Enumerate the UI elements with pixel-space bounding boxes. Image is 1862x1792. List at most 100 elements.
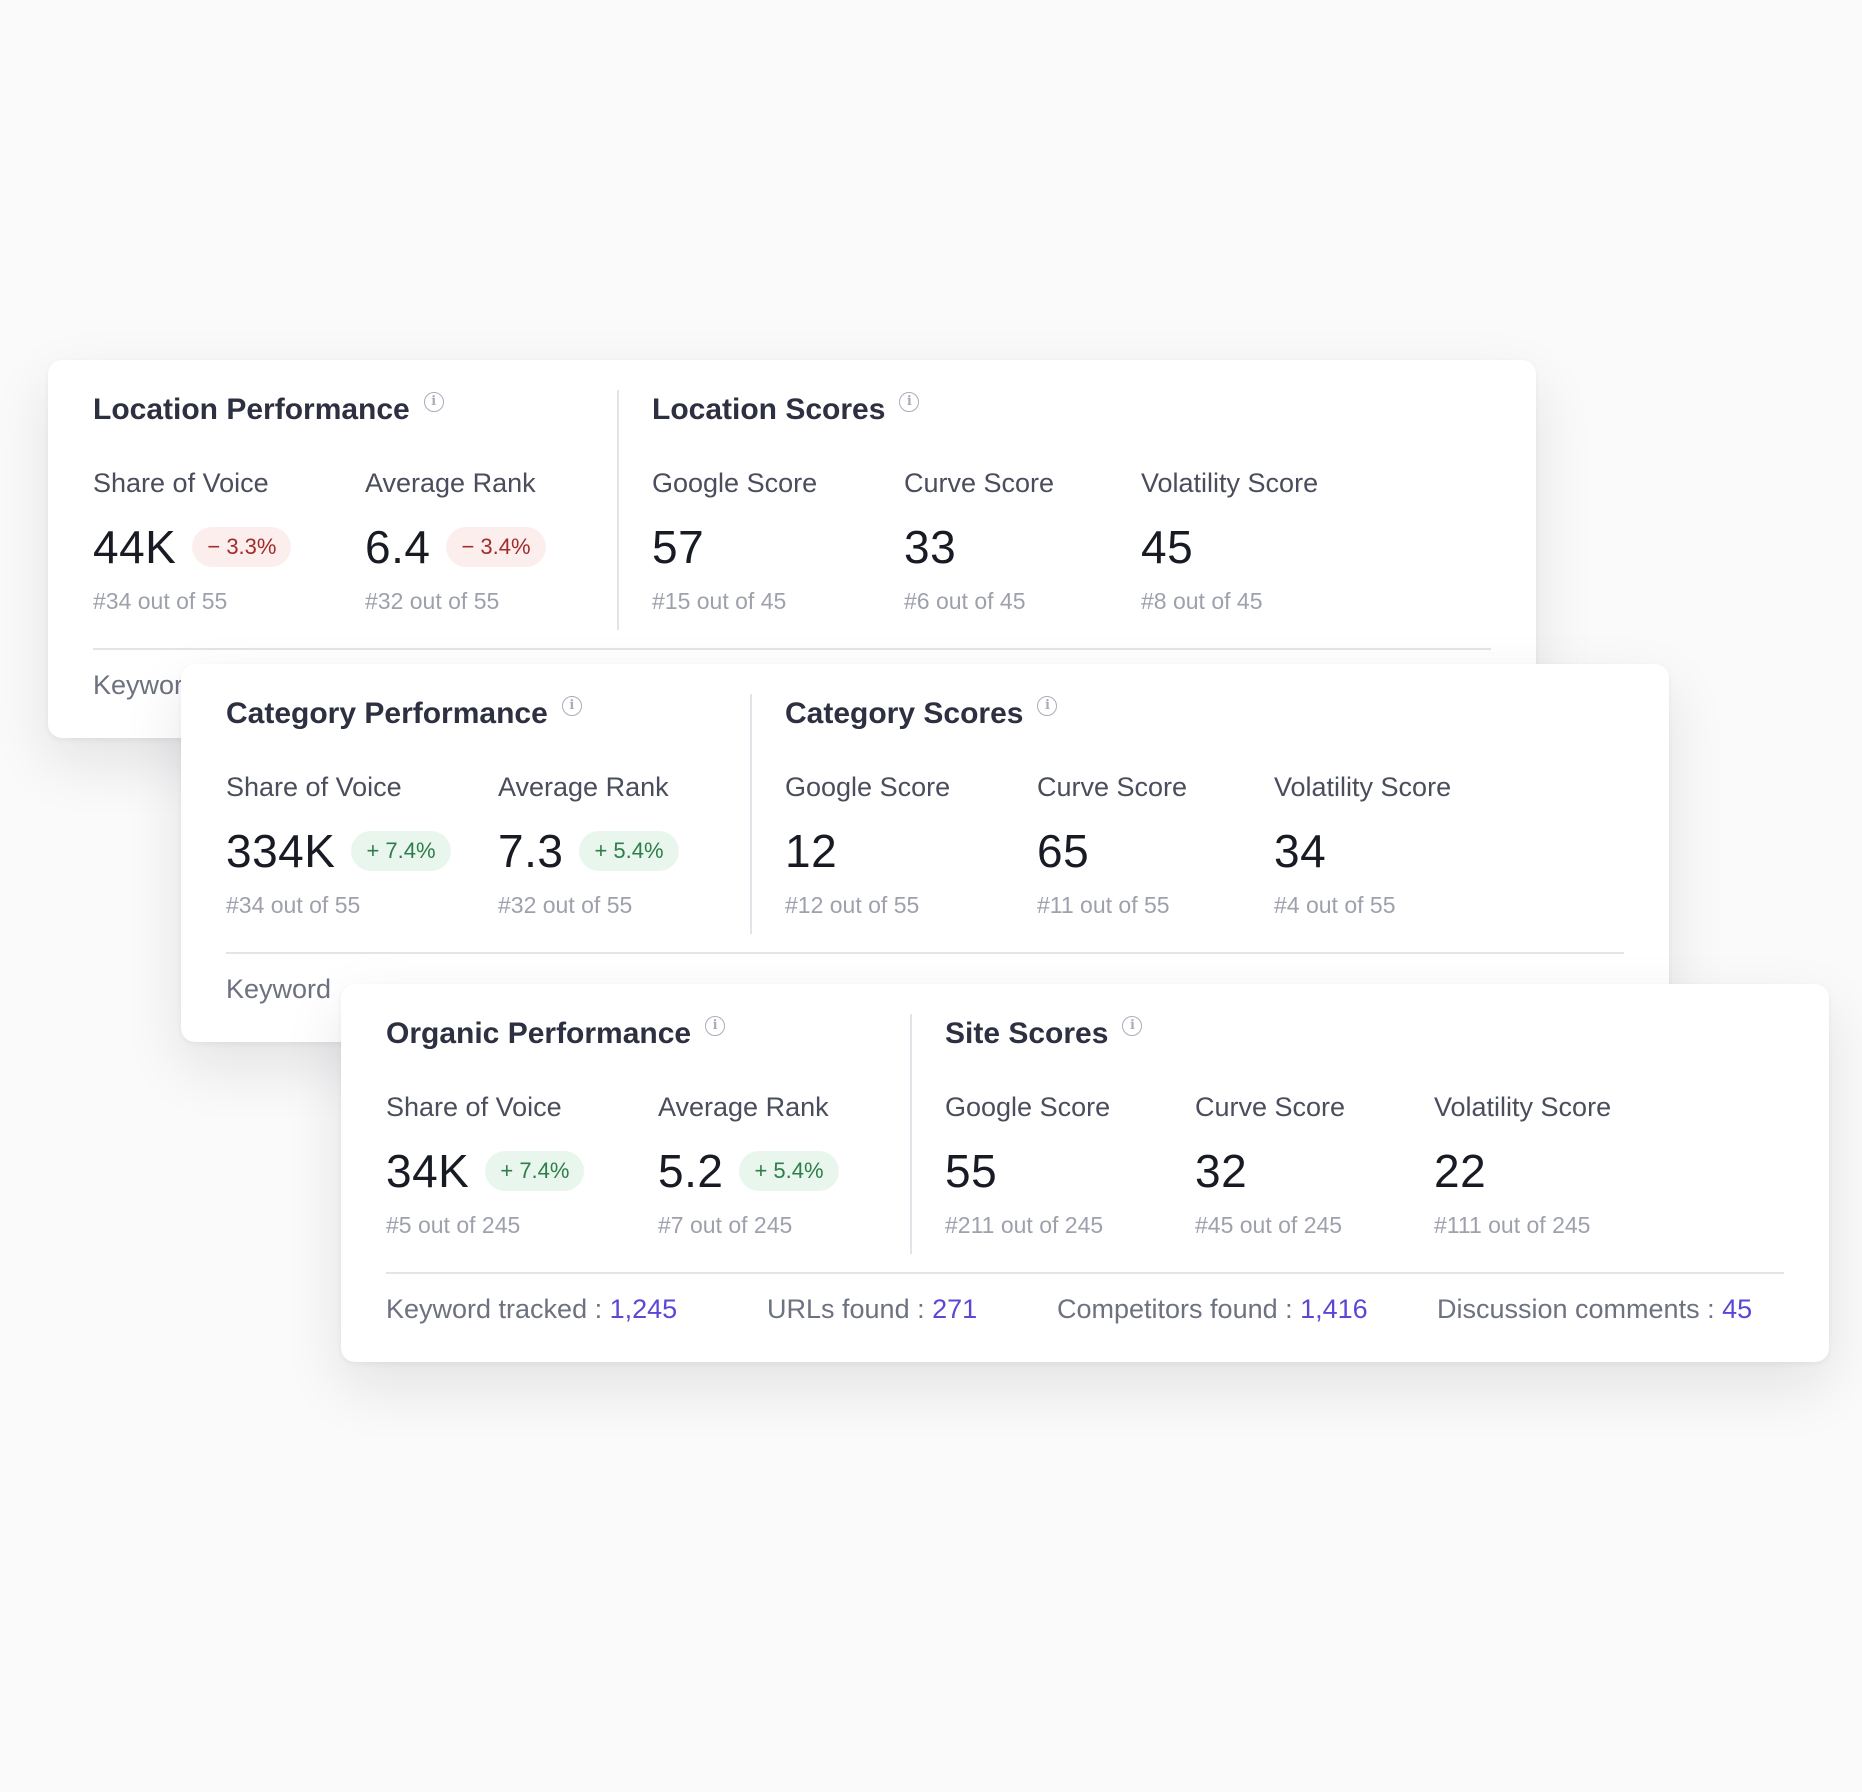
metric-label: Share of Voice [93,468,269,498]
average-rank-metric: Average Rank 7.3 + 5.4% #32 out of 55 [498,772,679,919]
urls-found-stat: URLs found : 271 [767,1294,977,1325]
competitors-found-stat: Competitors found : 1,416 [1057,1294,1368,1325]
info-icon[interactable]: i [423,392,444,412]
volatility-score-metric: Volatility Score 22 #111 out of 245 [1434,1092,1611,1239]
change-badge: + 7.4% [351,831,451,871]
info-icon[interactable]: i [1122,1016,1143,1036]
metric-rank: #111 out of 245 [1434,1212,1591,1238]
change-badge: + 5.4% [579,831,679,871]
keyword-tracked-label: Keywor [93,670,184,700]
site-scores-title-wrap: Site Scores i [945,1016,1143,1051]
average-rank-metric: Average Rank 5.2 + 5.4% #7 out of 245 [658,1092,839,1239]
competitors-found-value[interactable]: 1,416 [1300,1294,1368,1324]
section-title: Site Scores [945,1017,1109,1050]
volatility-score-metric: Volatility Score 34 #4 out of 55 [1274,772,1451,919]
metric-label: Curve Score [1195,1092,1346,1122]
metric-value: 34K [386,1145,470,1197]
category-performance-title-wrap: Category Performance i [226,696,582,731]
metric-label: Average Rank [498,772,669,802]
metric-label: Volatility Score [1141,468,1319,498]
metric-label: Curve Score [1037,772,1188,802]
metric-value: 22 [1434,1145,1487,1197]
organic-performance-card: Organic Performance i Site Scores i Shar… [341,984,1829,1362]
metric-rank: #6 out of 45 [904,588,1026,614]
share-of-voice-metric: Share of Voice 334K + 7.4% #34 out of 55 [226,772,451,919]
keyword-tracked-label: Keyword [226,974,332,1004]
stat-label: Competitors found : [1057,1294,1301,1324]
curve-score-metric: Curve Score 32 #45 out of 245 [1195,1092,1345,1239]
organic-performance-title-wrap: Organic Performance i [386,1016,726,1051]
info-icon[interactable]: i [1037,696,1058,716]
discussion-comments-value[interactable]: 45 [1722,1294,1752,1324]
stat-label: Keyword tracked : [386,1294,610,1324]
horizontal-divider [386,1272,1784,1274]
curve-score-metric: Curve Score 33 #6 out of 45 [904,468,1054,615]
metric-rank: #45 out of 245 [1195,1212,1343,1238]
metric-rank: #34 out of 55 [93,588,228,614]
metric-label: Volatility Score [1274,772,1452,802]
vertical-divider [750,694,752,934]
section-title: Category Performance [226,697,548,730]
location-performance-title-wrap: Location Performance i [93,392,444,427]
metric-value: 57 [652,521,705,573]
google-score-metric: Google Score 57 #15 out of 45 [652,468,817,615]
metric-rank: #4 out of 55 [1274,892,1396,918]
horizontal-divider [226,952,1624,954]
discussion-comments-stat: Discussion comments : 45 [1437,1294,1752,1325]
average-rank-metric: Average Rank 6.4 − 3.4% #32 out of 55 [365,468,546,615]
change-badge: − 3.3% [192,527,292,567]
urls-found-value[interactable]: 271 [932,1294,977,1324]
info-icon[interactable]: i [561,696,582,716]
metric-value: 65 [1037,825,1090,877]
section-title: Location Scores [652,393,886,426]
section-title: Location Performance [93,393,410,426]
location-scores-title-wrap: Location Scores i [652,392,920,427]
page-background: { "cards": [ { "left_title": "Location P… [0,0,1862,1792]
metric-value: 33 [904,521,957,573]
section-title: Organic Performance [386,1017,692,1050]
metric-value: 12 [785,825,838,877]
metric-value: 45 [1141,521,1194,573]
metric-rank: #7 out of 245 [658,1212,793,1238]
info-icon[interactable]: i [705,1016,726,1036]
keyword-tracked-value[interactable]: 1,245 [610,1294,678,1324]
change-badge: − 3.4% [446,527,546,567]
metric-value: 334K [226,825,336,877]
vertical-divider [617,390,619,630]
metric-label: Curve Score [904,468,1055,498]
metric-rank: #34 out of 55 [226,892,361,918]
metric-value: 5.2 [658,1145,724,1197]
metric-label: Google Score [945,1092,1111,1122]
metric-rank: #211 out of 245 [945,1212,1104,1238]
metric-label: Google Score [652,468,818,498]
change-badge: + 7.4% [485,1151,585,1191]
metric-value: 7.3 [498,825,564,877]
metric-label: Share of Voice [226,772,402,802]
metric-rank: #8 out of 45 [1141,588,1263,614]
stat-label: URLs found : [767,1294,933,1324]
info-icon[interactable]: i [899,392,920,412]
share-of-voice-metric: Share of Voice 34K + 7.4% #5 out of 245 [386,1092,585,1239]
metric-value: 32 [1195,1145,1248,1197]
metric-value: 44K [93,521,177,573]
horizontal-divider [93,648,1491,650]
section-title: Category Scores [785,697,1024,730]
metric-value: 6.4 [365,521,431,573]
metric-value: 34 [1274,825,1327,877]
change-badge: + 5.4% [739,1151,839,1191]
metric-rank: #32 out of 55 [498,892,633,918]
stat-label: Discussion comments : [1437,1294,1723,1324]
keyword-tracked-stat: Keyword tracked : 1,245 [386,1294,677,1325]
category-scores-title-wrap: Category Scores i [785,696,1058,731]
metric-rank: #11 out of 55 [1037,892,1170,918]
metric-value: 55 [945,1145,998,1197]
metric-rank: #15 out of 45 [652,588,787,614]
metric-rank: #32 out of 55 [365,588,500,614]
google-score-metric: Google Score 55 #211 out of 245 [945,1092,1110,1239]
metric-label: Share of Voice [386,1092,562,1122]
metric-rank: #5 out of 245 [386,1212,521,1238]
metric-label: Volatility Score [1434,1092,1612,1122]
metric-label: Average Rank [658,1092,829,1122]
metric-rank: #12 out of 55 [785,892,920,918]
metric-label: Average Rank [365,468,536,498]
